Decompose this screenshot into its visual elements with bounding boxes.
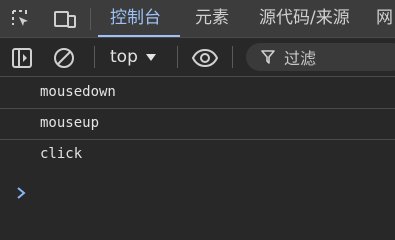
filter-input[interactable]: 过滤 — [246, 43, 395, 71]
tabbar-divider — [90, 8, 91, 30]
prompt-chevron-icon — [17, 187, 26, 199]
log-message: mousedown — [0, 78, 395, 109]
clear-console-icon[interactable] — [51, 45, 77, 71]
tab-console[interactable]: 控制台 — [110, 0, 161, 37]
log-message-text: click — [40, 146, 83, 162]
live-expression-icon[interactable] — [192, 45, 218, 71]
sidebar-toggle-icon[interactable] — [9, 45, 35, 71]
log-message: mouseup — [0, 109, 395, 140]
dropdown-caret-icon — [145, 53, 156, 61]
inspect-element-icon[interactable] — [8, 6, 34, 32]
tab-elements[interactable]: 元素 — [195, 0, 229, 37]
console-log: mousedown mouseup click — [0, 78, 395, 171]
log-message-text: mousedown — [40, 84, 116, 100]
active-tab-indicator — [98, 35, 180, 37]
log-message-text: mouseup — [40, 115, 100, 131]
device-toolbar-icon[interactable] — [52, 6, 78, 32]
filter-icon — [260, 49, 276, 65]
toolbar-divider — [94, 46, 95, 68]
filter-placeholder: 过滤 — [284, 49, 317, 68]
tab-sources[interactable]: 源代码/来源 — [259, 0, 350, 37]
toolbar-divider — [177, 46, 178, 68]
console-prompt[interactable] — [0, 178, 395, 208]
context-selector-label: top — [110, 47, 138, 67]
toolbar-divider — [232, 46, 233, 68]
console-toolbar: top 过滤 — [0, 38, 395, 77]
context-selector[interactable]: top — [110, 45, 156, 69]
log-message: click — [0, 140, 395, 171]
devtools-tabbar: 控制台 元素 源代码/来源 网 — [0, 0, 395, 38]
tab-network[interactable]: 网 — [376, 0, 393, 37]
